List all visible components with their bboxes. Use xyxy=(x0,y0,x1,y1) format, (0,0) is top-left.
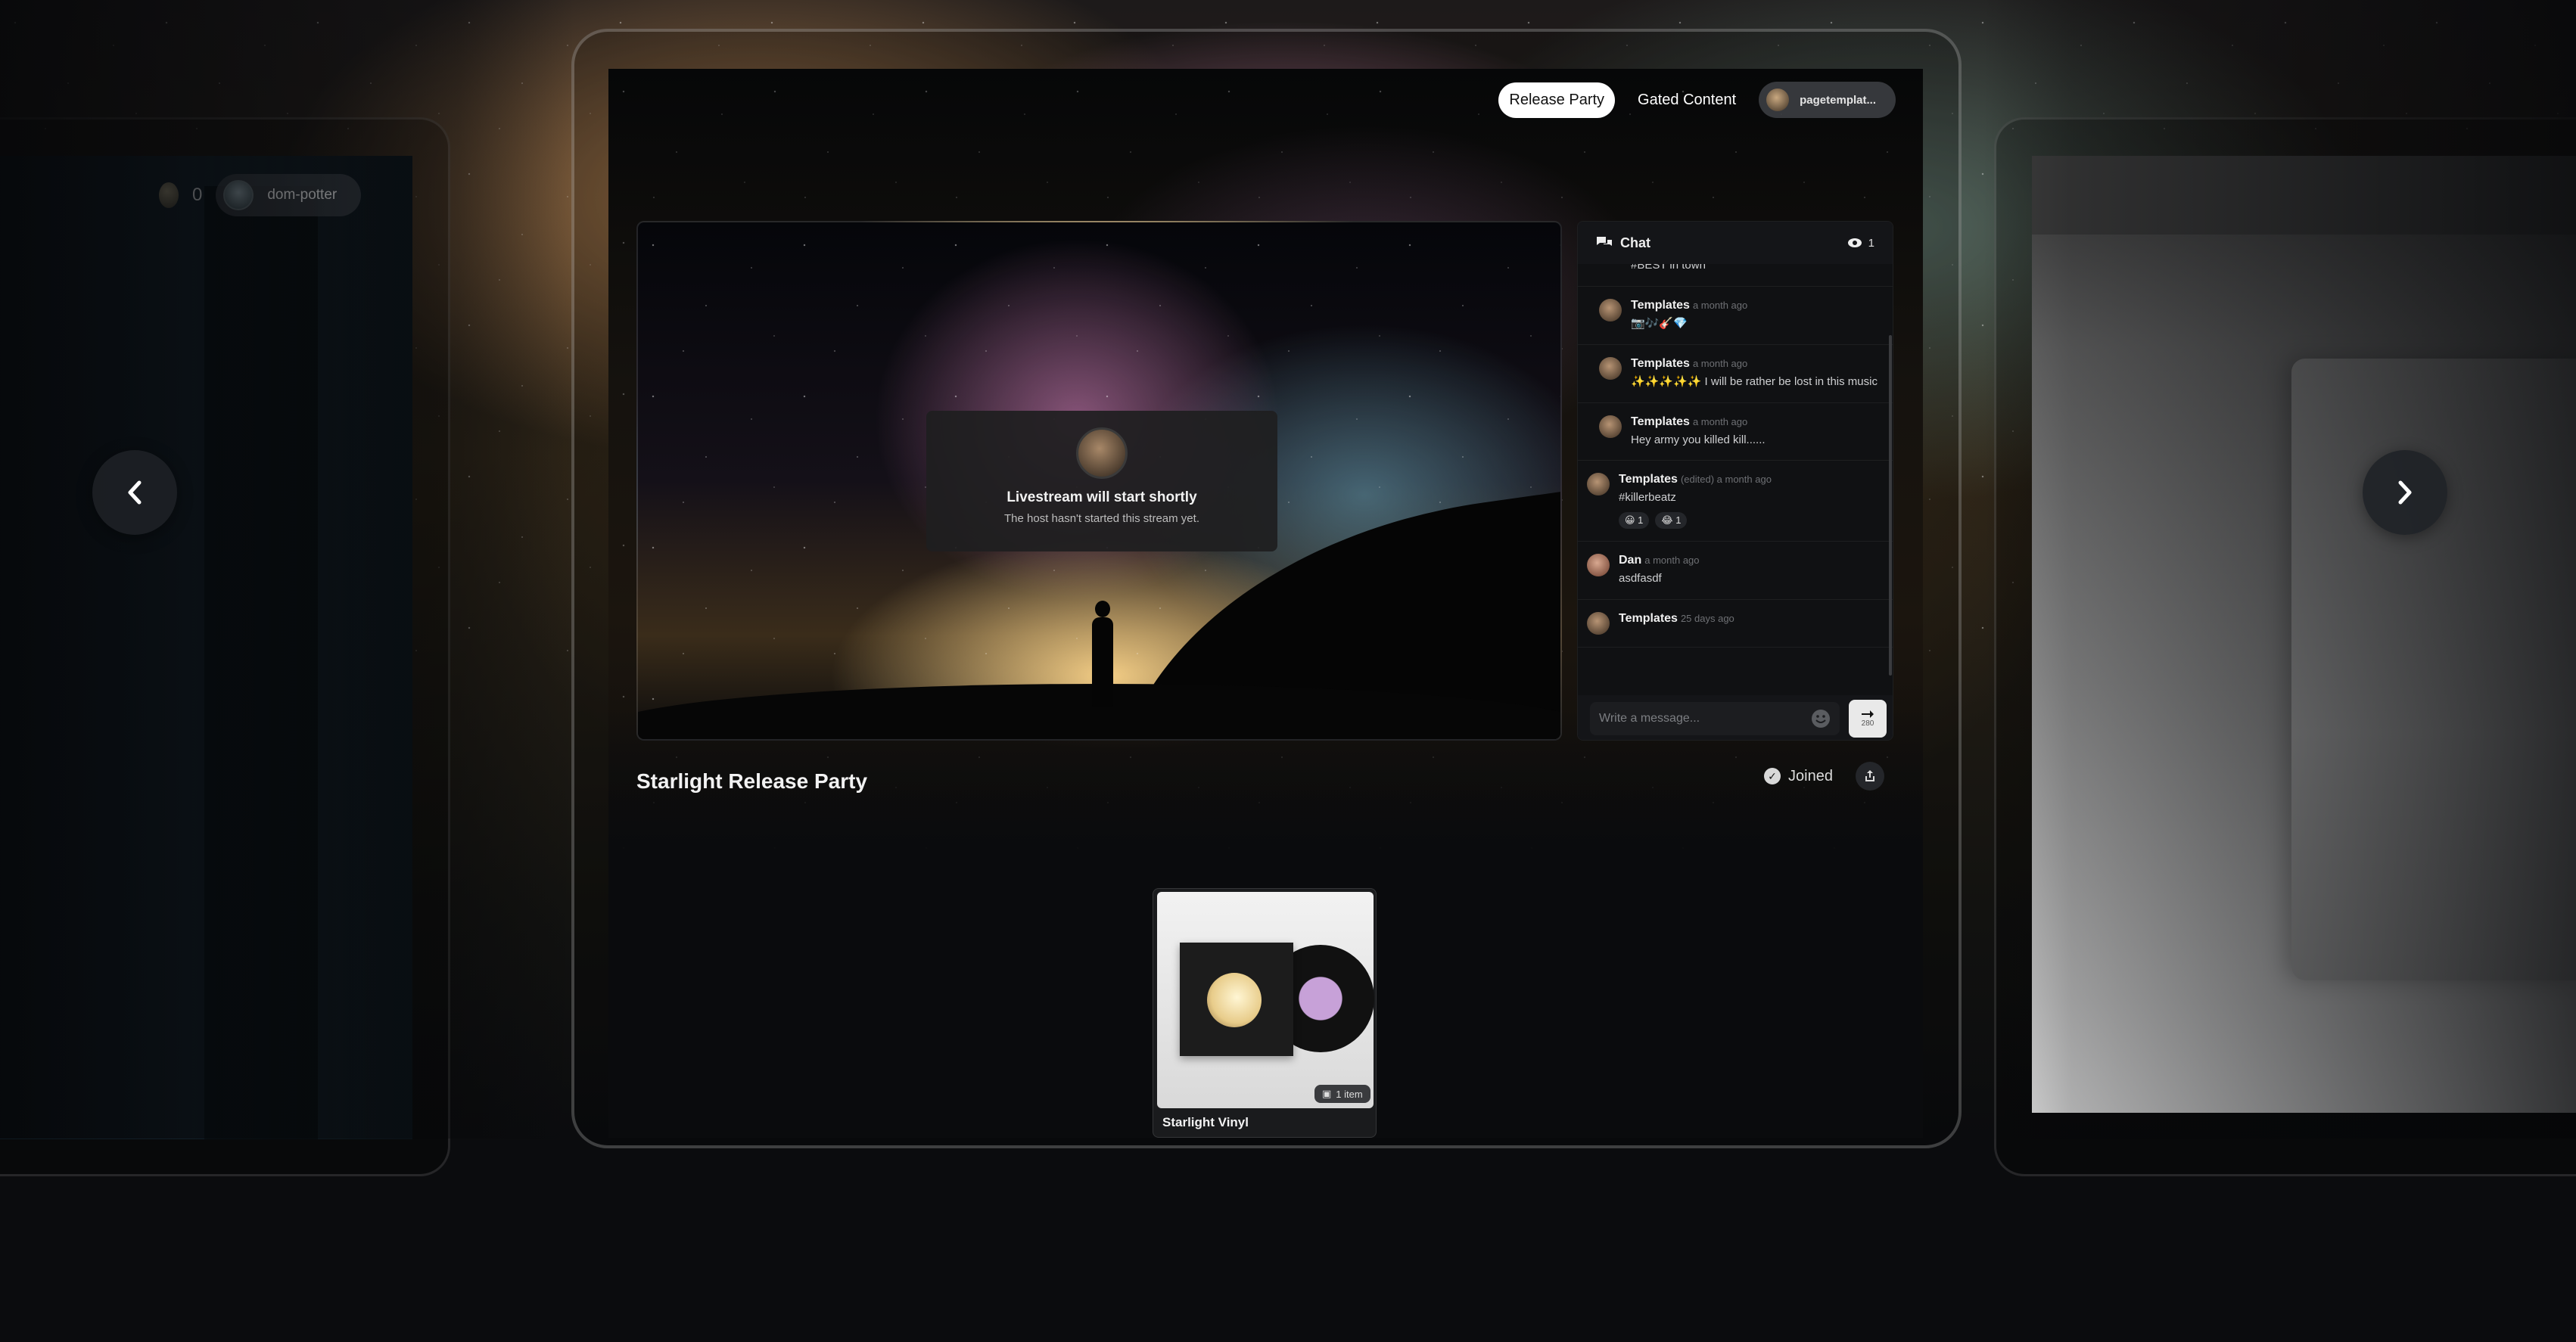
gift-icon: ▣ xyxy=(1322,1088,1332,1099)
message-time: a month ago xyxy=(1644,555,1700,566)
message-time: a month ago xyxy=(1692,300,1748,311)
account-menu[interactable]: pagetemplat... xyxy=(1759,82,1896,118)
chat-message: Dan a month ago asdfasdf xyxy=(1578,542,1893,600)
chat-scrollbar[interactable] xyxy=(1889,335,1892,676)
check-icon: ✓ xyxy=(1764,768,1781,784)
tab-release-party[interactable]: Release Party xyxy=(1498,82,1616,118)
stream-status-title: Livestream will start shortly xyxy=(1006,489,1197,505)
host-avatar xyxy=(1076,427,1128,479)
message-time: (edited) a month ago xyxy=(1680,474,1772,486)
product-card[interactable]: ▣ 1 item Starlight Vinyl xyxy=(1153,888,1377,1138)
send-button[interactable]: 280 xyxy=(1849,699,1887,738)
message-input[interactable] xyxy=(1599,711,1773,725)
emoji-icon[interactable] xyxy=(1811,709,1831,728)
message-field xyxy=(1590,701,1840,735)
chat-message-list[interactable]: #BEST in town Templates a month ago 📷🎶🎸💎 … xyxy=(1578,264,1893,695)
chevron-left-icon xyxy=(128,480,142,505)
message-time: 25 days ago xyxy=(1680,612,1734,624)
message-text: #killerbeatz xyxy=(1619,491,1676,505)
chevron-right-icon xyxy=(2398,480,2412,505)
message-text: Hey army you killed kill...... xyxy=(1631,433,1766,446)
carousel-prev-button[interactable] xyxy=(92,450,177,535)
left-preview-topbar: 0 dom-potter xyxy=(159,174,362,216)
item-count: 1 item xyxy=(1336,1088,1363,1100)
avatar xyxy=(1599,299,1622,322)
message-text: 📷🎶🎸💎 xyxy=(1631,317,1688,330)
message-author: Templates xyxy=(1619,473,1678,486)
joined-label: Joined xyxy=(1788,767,1833,784)
joined-status[interactable]: ✓ Joined xyxy=(1764,768,1833,785)
right-preview-header xyxy=(2032,156,2576,235)
left-preview-screen[interactable] xyxy=(0,156,412,1139)
product-name: Starlight Vinyl xyxy=(1162,1115,1249,1129)
message-text: asdfasdf xyxy=(1619,572,1662,585)
viewer-count: 1 xyxy=(1868,236,1874,250)
reaction-chip[interactable]: 😂 1 xyxy=(1655,512,1688,529)
livestream-player[interactable]: Livestream will start shortly The host h… xyxy=(636,221,1562,741)
chat-message: Templates 25 days ago xyxy=(1578,600,1893,648)
left-preview-column xyxy=(204,186,318,1139)
tab-gated-content[interactable]: Gated Content xyxy=(1627,82,1747,118)
chat-bubbles-icon xyxy=(1597,237,1612,246)
item-count-badge: ▣ 1 item xyxy=(1314,1085,1370,1103)
top-navigation: Release Party Gated Content pagetemplat.… xyxy=(1498,82,1896,118)
coin-icon xyxy=(159,182,179,208)
chat-message: Templates a month ago Hey army you killed… xyxy=(1578,403,1893,461)
message-time: a month ago xyxy=(1692,415,1748,427)
char-limit: 280 xyxy=(1861,719,1874,728)
avatar xyxy=(1599,356,1622,380)
send-arrow-icon xyxy=(1862,710,1874,718)
avatar xyxy=(1587,473,1610,496)
chat-title: Chat xyxy=(1620,235,1650,250)
reaction-chip[interactable]: 😀 1 xyxy=(1619,512,1650,529)
message-author: Templates xyxy=(1631,356,1690,370)
chat-message: Templates a month ago ✨✨✨✨✨ I will be rat… xyxy=(1578,345,1893,403)
username: dom-potter xyxy=(267,187,338,203)
right-preview-card xyxy=(2291,359,2576,980)
chat-panel: Chat 1 #BEST in town Templates a month ag… xyxy=(1577,221,1893,741)
avatar xyxy=(223,180,254,210)
album-sleeve xyxy=(1180,943,1293,1056)
chat-composer: 280 xyxy=(1578,695,1893,740)
carousel-next-button[interactable] xyxy=(2363,450,2447,535)
message-text: #BEST in town xyxy=(1631,264,1706,272)
album-art-moon xyxy=(1207,973,1262,1027)
person-silhouette xyxy=(1092,601,1115,707)
stream-status-card: Livestream will start shortly The host h… xyxy=(926,411,1277,551)
message-author: Templates xyxy=(1619,611,1678,625)
coin-count: 0 xyxy=(192,185,203,205)
chat-header: Chat 1 xyxy=(1578,222,1893,264)
avatar xyxy=(1587,554,1610,576)
message-time: a month ago xyxy=(1692,357,1748,369)
event-title: Starlight Release Party xyxy=(636,769,868,793)
user-menu[interactable]: dom-potter xyxy=(216,174,362,216)
message-reactions: 😀 1 😂 1 xyxy=(1619,512,1772,529)
message-author: Templates xyxy=(1631,415,1690,428)
avatar xyxy=(1766,89,1790,111)
product-image: ▣ 1 item xyxy=(1157,892,1374,1108)
chat-message: #BEST in town xyxy=(1578,264,1893,287)
chat-message: Templates a month ago 📷🎶🎸💎 xyxy=(1578,287,1893,345)
message-author: Dan xyxy=(1619,554,1642,567)
share-icon xyxy=(1865,770,1874,781)
event-actions: ✓ Joined xyxy=(1764,762,1884,791)
avatar xyxy=(1599,415,1622,438)
avatar xyxy=(1587,611,1610,635)
chat-message: Templates (edited) a month ago #killerbea… xyxy=(1578,461,1893,542)
account-name: pagetemplat... xyxy=(1800,93,1876,107)
message-author: Templates xyxy=(1631,299,1690,312)
message-text: ✨✨✨✨✨ I will be rather be lost in this m… xyxy=(1631,374,1878,388)
share-button[interactable] xyxy=(1855,762,1884,791)
right-preview-screen[interactable] xyxy=(2032,156,2576,1113)
eye-icon xyxy=(1847,238,1862,247)
center-screen: Release Party Gated Content pagetemplat.… xyxy=(608,69,1923,1138)
stream-status-subtitle: The host hasn't started this stream yet. xyxy=(1004,512,1199,525)
